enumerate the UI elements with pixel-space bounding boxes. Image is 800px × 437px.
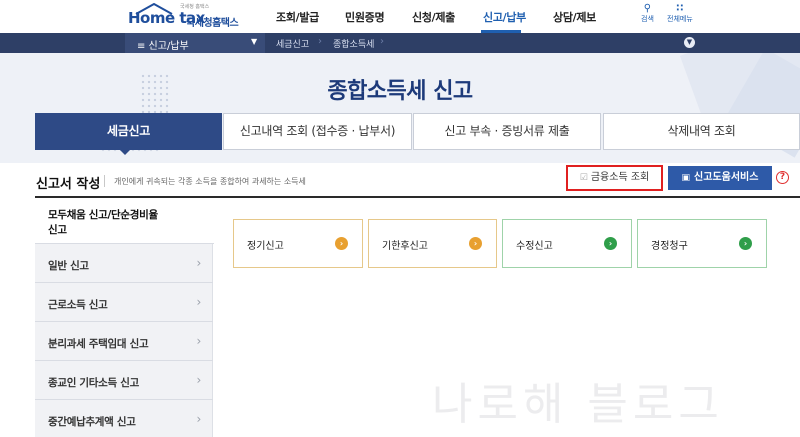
chevron-right-icon: › — [196, 295, 202, 309]
card-label: 경정청구 — [651, 241, 688, 252]
sidebar-item-general-report[interactable]: 일반 신고 › — [35, 245, 213, 283]
logo-subtitle: 국세청홈택스 — [186, 18, 239, 29]
help-question-icon[interactable]: ? — [776, 171, 789, 184]
sidebar-item-earned-income[interactable]: 근로소득 신고 › — [35, 284, 213, 322]
finance-income-inquiry-button[interactable]: ☑ 금융소득 조회 — [566, 165, 663, 191]
page-title: 종합소득세 신고 — [327, 79, 473, 104]
grid-menu-icon: ∷ — [676, 3, 684, 14]
checkbox-edit-icon: ☑ — [579, 173, 588, 183]
breadcrumb-menu-toggle[interactable]: ≡ 신고/납부 — [137, 37, 189, 52]
sidebar-item-label: 모두채움 신고/단순경비율 — [48, 209, 158, 221]
search-button[interactable]: ⚲ 검색 — [641, 4, 654, 24]
report-help-service-label: 신고도움서비스 — [694, 172, 759, 183]
card-regular-report[interactable]: 정기신고 › — [233, 219, 363, 268]
sidebar-item-label: 종교인 기타소득 신고 — [48, 377, 139, 389]
search-label: 검색 — [641, 15, 654, 23]
chevron-right-icon: › — [196, 334, 202, 348]
blog-watermark: 나로해 블로그 — [432, 379, 724, 430]
card-late-report[interactable]: 기한후신고 › — [368, 219, 497, 268]
book-icon: ▣ — [681, 173, 691, 183]
report-help-service-button[interactable]: ▣ 신고도움서비스 — [668, 166, 772, 190]
chevron-down-icon[interactable]: ▼ — [684, 37, 695, 48]
menu-inquiry-issue[interactable]: 조회/발급 — [276, 9, 319, 25]
sidebar-item-label: 분리과세 주택임대 신고 — [48, 338, 149, 350]
sidebar-item-label: 신고 — [48, 224, 67, 236]
arrow-right-circle-icon: › — [604, 237, 617, 250]
card-label: 수정신고 — [516, 241, 553, 252]
tab-tax-report[interactable]: 세금신고 — [35, 113, 222, 150]
divider — [104, 175, 105, 187]
arrow-right-circle-icon: › — [469, 237, 482, 250]
arrow-right-circle-icon: › — [335, 237, 348, 250]
arrow-right-circle-icon: › — [739, 237, 752, 250]
breadcrumb-separator-icon: › — [380, 36, 384, 47]
all-menu-button[interactable]: ∷ 전체메뉴 — [667, 4, 693, 24]
card-correction-claim[interactable]: 경정청구 › — [637, 219, 767, 268]
sidebar-item-religious-income[interactable]: 종교인 기타소득 신고 › — [35, 362, 213, 400]
sidebar: 모두채움 신고/단순경비율 신고 일반 신고 › 근로소득 신고 › 분리과세 … — [35, 198, 214, 437]
sidebar-item-housing-rental[interactable]: 분리과세 주택임대 신고 › — [35, 323, 213, 361]
section-description: 개인에게 귀속되는 각종 소득을 종합하여 과세하는 소득세 — [114, 177, 306, 186]
sidebar-item-interim-prepayment[interactable]: 중간예납추계액 신고 › — [35, 401, 213, 437]
card-label: 정기신고 — [247, 241, 284, 252]
sidebar-item-label: 일반 신고 — [48, 260, 89, 272]
sidebar-item-prefilled-report[interactable]: 모두채움 신고/단순경비율 신고 — [35, 198, 214, 244]
breadcrumb-item[interactable]: 종합소득세 — [333, 37, 374, 50]
menu-report-pay[interactable]: 신고/납부 — [483, 9, 526, 25]
breadcrumb-item[interactable]: 세금신고 — [276, 37, 309, 50]
active-tab-pointer — [119, 149, 131, 155]
search-icon: ⚲ — [643, 3, 652, 14]
tab-report-history[interactable]: 신고내역 조회 (접수증 · 납부서) — [223, 113, 412, 150]
all-menu-label: 전체메뉴 — [667, 15, 693, 23]
menu-apply-submit[interactable]: 신청/제출 — [412, 9, 455, 25]
hometax-logo[interactable]: 국세청 홈택스 Home tax 국세청홈택스 — [128, 3, 266, 29]
tab-bar: 세금신고 신고내역 조회 (접수증 · 납부서) 신고 부속 · 증빙서류 제출… — [35, 113, 800, 150]
chevron-right-icon: › — [196, 412, 202, 426]
tab-attach-documents[interactable]: 신고 부속 · 증빙서류 제출 — [413, 113, 601, 150]
sidebar-item-label: 중간예납추계액 신고 — [48, 416, 136, 428]
chevron-right-icon: › — [196, 256, 202, 270]
menu-civil-certificate[interactable]: 민원증명 — [345, 9, 385, 25]
tab-deleted-history[interactable]: 삭제내역 조회 — [603, 113, 800, 150]
caret-down-icon[interactable]: ▼ — [251, 37, 257, 46]
card-amended-report[interactable]: 수정신고 › — [502, 219, 632, 268]
card-label: 기한후신고 — [382, 241, 428, 252]
section-title: 신고서 작성 — [36, 177, 101, 192]
chevron-right-icon: › — [196, 373, 202, 387]
top-navigation: 국세청 홈택스 Home tax 국세청홈택스 조회/발급 민원증명 신청/제출… — [0, 0, 800, 33]
breadcrumb: ≡ 신고/납부 ▼ 세금신고 › 종합소득세 › ▼ — [0, 33, 800, 53]
finance-income-inquiry-label: 금융소득 조회 — [590, 172, 650, 183]
breadcrumb-separator-icon: › — [318, 36, 322, 47]
menu-consult-report[interactable]: 상담/제보 — [553, 9, 596, 25]
sidebar-item-label: 근로소득 신고 — [48, 299, 108, 311]
